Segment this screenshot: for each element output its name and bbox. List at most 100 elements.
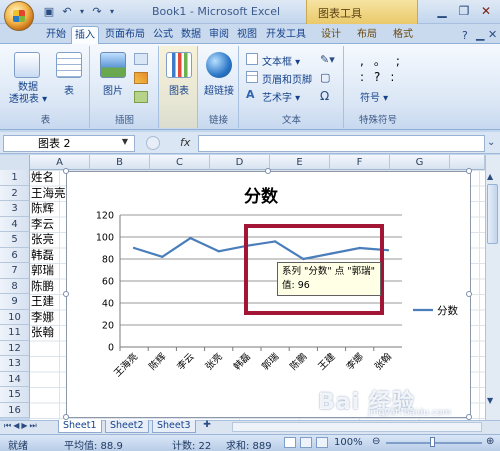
fx-icon[interactable]: fx: [180, 136, 190, 149]
scroll-up-icon[interactable]: ▲: [487, 172, 493, 181]
pivot-table-button[interactable]: 数据 透视表 ▾: [4, 82, 52, 106]
insert-sheet-icon[interactable]: ✚: [200, 420, 214, 433]
table-button[interactable]: 表: [58, 82, 80, 97]
pivot-table-icon[interactable]: [14, 52, 40, 78]
cell-a[interactable]: [31, 341, 71, 357]
undo-dropdown-icon[interactable]: ▾: [78, 5, 86, 19]
special-symbols-row2[interactable]: :?:: [360, 70, 404, 84]
tab-developer[interactable]: 开发工具: [262, 26, 310, 44]
header-footer-icon[interactable]: [246, 71, 258, 83]
chart-resize-handle[interactable]: [63, 291, 69, 297]
help-icon[interactable]: ?: [462, 29, 468, 42]
sheet-tab-1[interactable]: Sheet1: [58, 420, 102, 433]
redo-icon[interactable]: ↷: [90, 5, 104, 19]
row-header[interactable]: 6: [0, 247, 30, 263]
tab-layout[interactable]: 布局: [354, 26, 380, 44]
page-break-view-icon[interactable]: [316, 437, 328, 448]
column-header-g[interactable]: G: [390, 155, 450, 170]
textbox-icon[interactable]: [246, 53, 258, 65]
wordart-icon[interactable]: A: [246, 89, 258, 101]
tab-format[interactable]: 格式: [390, 26, 416, 44]
row-header[interactable]: 5: [0, 232, 30, 248]
row-header[interactable]: 16: [0, 402, 30, 418]
row-header[interactable]: 8: [0, 278, 30, 294]
select-all-corner[interactable]: [0, 155, 30, 170]
tab-review[interactable]: 审阅: [206, 26, 232, 44]
shapes-icon[interactable]: [134, 72, 148, 84]
row-header[interactable]: 10: [0, 309, 30, 325]
tab-insert[interactable]: 插入: [71, 26, 99, 44]
column-header-d[interactable]: D: [210, 155, 270, 170]
page-layout-view-icon[interactable]: [300, 437, 312, 448]
ribbon-minimize-icon[interactable]: ▁ ✕: [476, 28, 497, 41]
scroll-down-icon[interactable]: ▼: [487, 396, 493, 405]
row-header[interactable]: 9: [0, 294, 30, 310]
chart-resize-handle[interactable]: [265, 168, 271, 174]
header-footer-button[interactable]: 页眉和页脚: [262, 71, 312, 86]
horizontal-scrollbar[interactable]: [232, 422, 482, 432]
cell-a[interactable]: [31, 356, 71, 372]
zoom-level[interactable]: 100%: [334, 437, 363, 448]
cell-a[interactable]: [31, 387, 71, 403]
column-header-a[interactable]: A: [30, 155, 90, 170]
name-box-dropdown-icon[interactable]: ▼: [119, 137, 131, 149]
cell-a[interactable]: 张翰: [31, 325, 71, 341]
name-box[interactable]: 图表 2: [3, 135, 135, 152]
row-header[interactable]: 11: [0, 325, 30, 341]
restore-button[interactable]: ❐: [454, 2, 474, 20]
customize-qat-icon[interactable]: ▾: [108, 5, 116, 19]
office-button[interactable]: [4, 1, 34, 31]
zoom-slider-thumb[interactable]: [430, 437, 435, 447]
sheet-tab-3[interactable]: Sheet3: [152, 420, 196, 433]
column-header-c[interactable]: C: [150, 155, 210, 170]
column-header-b[interactable]: B: [90, 155, 150, 170]
chart-resize-handle[interactable]: [466, 168, 472, 174]
cell-a[interactable]: 李娜: [31, 310, 71, 326]
cell-a[interactable]: 郭瑞: [31, 263, 71, 279]
minimize-button[interactable]: ▁: [432, 2, 452, 20]
hyperlink-icon[interactable]: [206, 52, 232, 78]
sheet-nav-icons[interactable]: ⏮◀▶⏭: [4, 421, 39, 431]
tab-formulas[interactable]: 公式: [150, 26, 176, 44]
close-button[interactable]: ✕: [476, 2, 496, 20]
chart-resize-handle[interactable]: [63, 168, 69, 174]
hyperlink-button[interactable]: 超链接: [200, 82, 238, 97]
tab-page-layout[interactable]: 页面布局: [101, 26, 149, 44]
sheet-tab-2[interactable]: Sheet2: [105, 420, 149, 433]
row-header[interactable]: 3: [0, 201, 30, 217]
tab-home[interactable]: 开始: [42, 26, 70, 44]
omega-symbol-icon[interactable]: Ω: [320, 89, 329, 103]
row-header[interactable]: 1: [0, 170, 30, 186]
clipart-icon[interactable]: [134, 53, 148, 65]
cell-a[interactable]: 王海亮: [31, 186, 71, 202]
chart-resize-handle[interactable]: [466, 291, 472, 297]
cell-a[interactable]: [31, 372, 71, 388]
chart-icon[interactable]: [166, 52, 192, 78]
column-header-f[interactable]: F: [330, 155, 390, 170]
table-icon[interactable]: [56, 52, 82, 78]
cell-a[interactable]: 李云: [31, 217, 71, 233]
textbox-button[interactable]: 文本框 ▾: [262, 53, 300, 68]
smartart-icon[interactable]: [134, 91, 148, 103]
cell-a[interactable]: 韩磊: [31, 248, 71, 264]
tab-view[interactable]: 视图: [234, 26, 260, 44]
row-header[interactable]: 7: [0, 263, 30, 279]
normal-view-icon[interactable]: [284, 437, 296, 448]
chart-button[interactable]: 图表: [162, 82, 196, 97]
row-header[interactable]: 13: [0, 356, 30, 372]
symbol-button[interactable]: 符号 ▾: [360, 89, 388, 104]
row-header[interactable]: 14: [0, 371, 30, 387]
signature-line-icon[interactable]: ✎▾: [320, 53, 335, 66]
cell-a[interactable]: 张亮: [31, 232, 71, 248]
row-header[interactable]: 15: [0, 387, 30, 403]
zoom-in-icon[interactable]: ⊕: [486, 436, 494, 447]
vertical-scroll-thumb[interactable]: [487, 184, 498, 244]
cell-a[interactable]: 陈辉: [31, 201, 71, 217]
undo-icon[interactable]: ↶: [60, 5, 74, 19]
row-header[interactable]: 4: [0, 216, 30, 232]
special-symbols-row1[interactable]: ,。;: [360, 52, 410, 69]
tab-design[interactable]: 设计: [318, 26, 344, 44]
save-icon[interactable]: ▣: [42, 5, 56, 19]
object-icon[interactable]: ▢: [320, 71, 330, 84]
row-header[interactable]: 2: [0, 185, 30, 201]
